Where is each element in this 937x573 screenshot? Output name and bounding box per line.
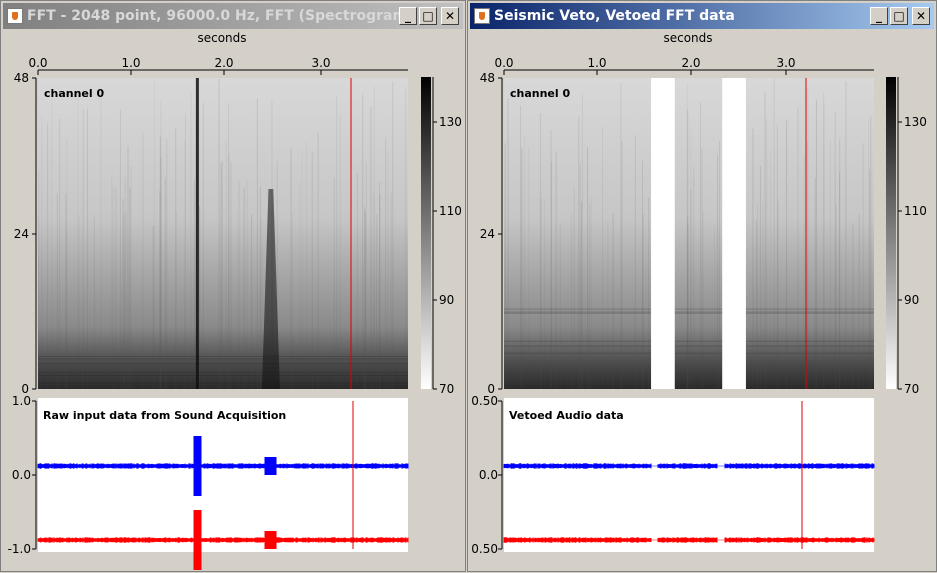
colorbar-tick: 110	[904, 204, 927, 218]
vetoed-fft-display: seconds 0.0 1.0 2.0 3.0 channel 0 48 24 …	[471, 31, 927, 556]
amplitude-tick: 0.0	[479, 468, 498, 482]
veto-gap	[651, 78, 675, 389]
amplitude-tick: 0.50	[471, 394, 498, 408]
maximize-button[interactable]: □	[890, 7, 908, 25]
amplitude-tick: 0.0	[12, 468, 31, 482]
java-app-icon	[474, 8, 490, 24]
colorbar-tick: 110	[439, 204, 462, 218]
time-tick: 1.0	[121, 56, 140, 70]
window-titlebar[interactable]: FFT - 2048 point, 96000.0 Hz, FFT (Spect…	[3, 3, 463, 29]
time-tick: 0.0	[494, 56, 513, 70]
freq-tick: 48	[480, 71, 495, 85]
time-tick: 0.0	[28, 56, 47, 70]
time-tick: 3.0	[311, 56, 330, 70]
close-button[interactable]: ✕	[441, 7, 459, 25]
channel-label: channel 0	[510, 87, 570, 100]
spectrogram-panel[interactable]: channel 0	[37, 78, 408, 389]
waveform-panel[interactable]: Vetoed Audio data	[503, 398, 875, 552]
java-app-icon	[7, 8, 23, 24]
colorbar-tick: 130	[439, 115, 462, 129]
fft-display: seconds 0.0 1.0 2.0 3.0 channel 0 48 24 …	[8, 31, 462, 570]
time-axis-ticks: 0.0 1.0 2.0 3.0	[28, 56, 330, 70]
spectrogram-panel[interactable]: channel 0	[504, 78, 874, 389]
time-tick: 1.0	[587, 56, 606, 70]
amplitude-tick: 0.50	[471, 542, 498, 556]
window-title: Seismic Veto, Vetoed FFT data	[494, 8, 735, 24]
time-tick: 3.0	[776, 56, 795, 70]
colorbar: 130 110 90 70	[886, 77, 927, 396]
waveform-title: Raw input data from Sound Acquisition	[43, 409, 286, 422]
freq-tick: 48	[14, 71, 29, 85]
colorbar-tick: 70	[904, 382, 919, 396]
time-tick: 2.0	[214, 56, 233, 70]
close-button[interactable]: ✕	[912, 7, 930, 25]
waveform-panel[interactable]: Raw input data from Sound Acquisition	[37, 398, 409, 570]
amplitude-tick: 1.0	[12, 394, 31, 408]
amplitude-axis: 0.50 0.0 0.50	[471, 394, 503, 556]
waveform-title: Vetoed Audio data	[509, 409, 624, 422]
minimize-button[interactable]: _	[870, 7, 888, 25]
channel-label: channel 0	[44, 87, 104, 100]
window-title: FFT - 2048 point, 96000.0 Hz, FFT (Spect…	[27, 8, 399, 24]
veto-gap	[722, 78, 746, 389]
colorbar-tick: 130	[904, 115, 927, 129]
amplitude-axis: 1.0 0.0 -1.0	[8, 394, 37, 556]
freq-tick: 24	[480, 227, 495, 241]
time-axis-label: seconds	[663, 31, 712, 45]
freq-tick: 24	[14, 227, 29, 241]
colorbar-tick: 90	[904, 293, 919, 307]
minimize-button[interactable]: _	[399, 7, 417, 25]
colorbar: 130 110 90 70	[421, 77, 462, 396]
fft-window[interactable]: FFT - 2048 point, 96000.0 Hz, FFT (Spect…	[0, 0, 466, 572]
frequency-axis: 48 24 0	[14, 71, 37, 396]
waveform-trace	[503, 463, 875, 469]
amplitude-tick: -1.0	[8, 542, 31, 556]
seismic-veto-window[interactable]: Seismic Veto, Vetoed FFT data _ □ ✕ seco…	[467, 0, 937, 572]
time-tick: 2.0	[681, 56, 700, 70]
time-axis-ticks: 0.0 1.0 2.0 3.0	[494, 56, 795, 70]
maximize-button[interactable]: □	[419, 7, 437, 25]
colorbar-tick: 70	[439, 382, 454, 396]
colorbar-tick: 90	[439, 293, 454, 307]
frequency-axis: 48 24 0	[480, 71, 503, 396]
time-axis-label: seconds	[197, 31, 246, 45]
window-titlebar[interactable]: Seismic Veto, Vetoed FFT data _ □ ✕	[470, 3, 934, 29]
